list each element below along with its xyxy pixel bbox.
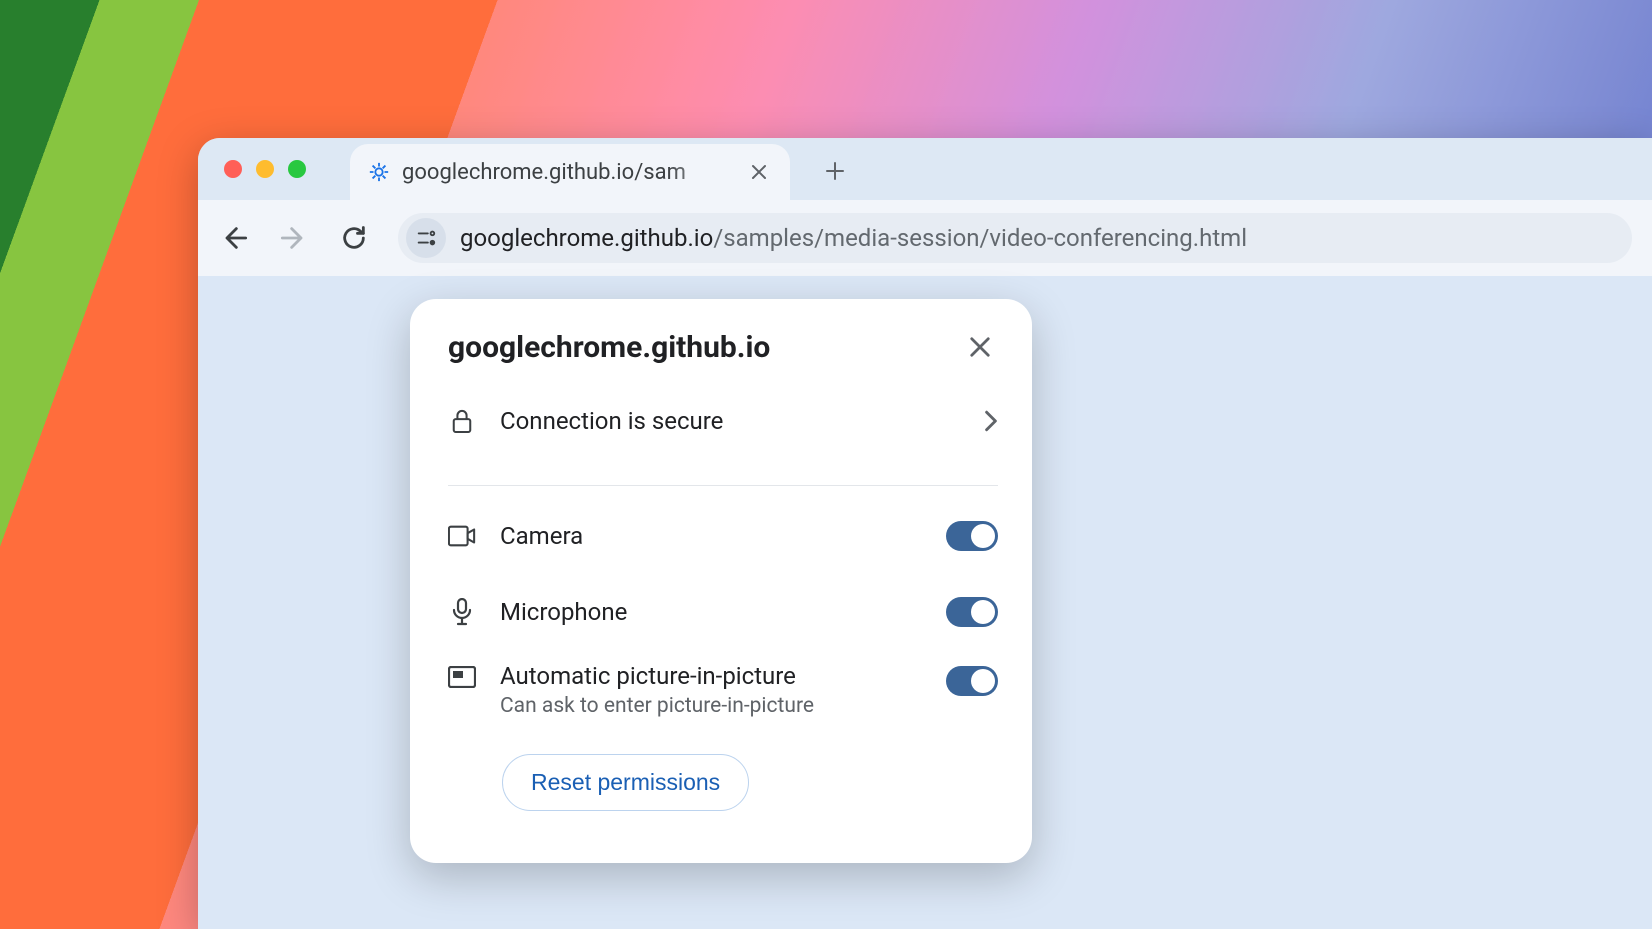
- permission-row-microphone: Microphone: [410, 574, 1032, 650]
- tab-strip: googlechrome.github.io/sam: [198, 138, 1652, 200]
- chevron-right-icon: [984, 410, 998, 432]
- popover-close-button[interactable]: [962, 329, 998, 365]
- microphone-toggle[interactable]: [946, 597, 998, 627]
- forward-button[interactable]: [278, 222, 310, 254]
- minimize-window-button[interactable]: [256, 160, 274, 178]
- connection-secure-row[interactable]: Connection is secure: [448, 383, 998, 486]
- site-info-popover: googlechrome.github.io Connection is sec…: [410, 299, 1032, 863]
- tab-title: googlechrome.github.io/sam: [402, 160, 734, 185]
- new-tab-button[interactable]: [822, 158, 848, 184]
- url-path: /samples/media-session/video-conferencin…: [713, 224, 1247, 252]
- browser-window: googlechrome.github.io/sam googlechrome.…: [198, 138, 1652, 929]
- toolbar: googlechrome.github.io/samples/media-ses…: [198, 200, 1652, 276]
- permission-row-pip: Automatic picture-in-picture Can ask to …: [410, 650, 1032, 738]
- back-button[interactable]: [218, 222, 250, 254]
- camera-toggle[interactable]: [946, 521, 998, 551]
- permission-label: Camera: [500, 522, 922, 550]
- permission-label: Microphone: [500, 598, 922, 626]
- camera-icon: [448, 525, 476, 547]
- url-text: googlechrome.github.io/samples/media-ses…: [460, 224, 1247, 252]
- window-controls: [224, 160, 306, 178]
- popover-title: googlechrome.github.io: [448, 330, 770, 365]
- permission-label: Automatic picture-in-picture: [500, 662, 922, 690]
- reset-permissions-button[interactable]: Reset permissions: [502, 754, 749, 811]
- reload-button[interactable]: [338, 222, 370, 254]
- url-host: googlechrome.github.io: [460, 224, 713, 252]
- favicon-icon: [368, 161, 390, 183]
- connection-secure-label: Connection is secure: [500, 407, 960, 435]
- browser-tab[interactable]: googlechrome.github.io/sam: [350, 144, 790, 200]
- address-bar[interactable]: googlechrome.github.io/samples/media-ses…: [398, 213, 1632, 263]
- zoom-window-button[interactable]: [288, 160, 306, 178]
- pip-toggle[interactable]: [946, 666, 998, 696]
- close-tab-button[interactable]: [746, 159, 772, 185]
- microphone-icon: [448, 598, 476, 626]
- permission-row-camera: Camera: [410, 498, 1032, 574]
- lock-icon: [448, 408, 476, 434]
- permission-subtitle: Can ask to enter picture-in-picture: [500, 694, 922, 718]
- picture-in-picture-icon: [448, 666, 476, 688]
- close-window-button[interactable]: [224, 160, 242, 178]
- site-info-button[interactable]: [406, 218, 446, 258]
